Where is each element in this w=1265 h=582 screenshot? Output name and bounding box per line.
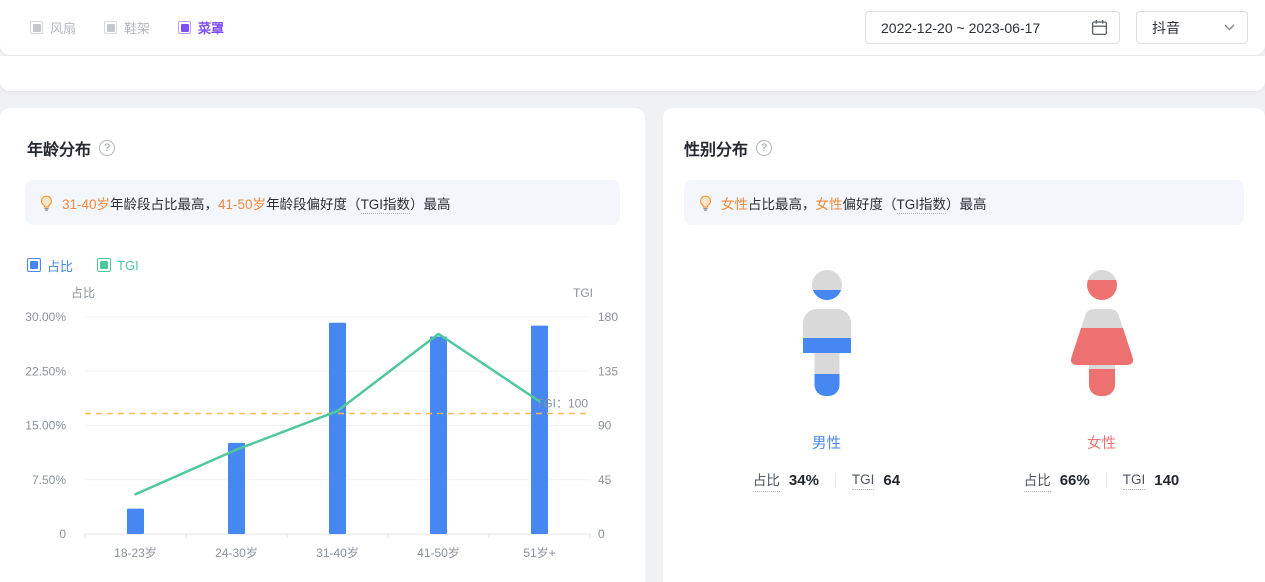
share-term[interactable]: 占比	[753, 469, 780, 492]
help-icon[interactable]: ?	[99, 140, 115, 156]
tgi-term[interactable]: TGI	[1123, 472, 1146, 490]
svg-text:90: 90	[598, 419, 612, 433]
male-stats: 占比 34% TGI 64	[753, 469, 900, 492]
female-label: 女性	[1087, 432, 1116, 453]
chevron-down-icon	[1224, 24, 1235, 31]
svg-text:135: 135	[598, 364, 618, 378]
gender-insight-banner: 女性占比最高，女性偏好度（TGI指数）最高	[684, 180, 1244, 225]
svg-text:45: 45	[598, 473, 612, 487]
tgi-term[interactable]: TGI指数	[897, 197, 947, 214]
gender-distribution-panel: 性别分布 ? 女性占比最高，女性偏好度（TGI指数）最高	[663, 108, 1265, 582]
platform-select[interactable]: 抖音	[1136, 11, 1248, 44]
svg-text:41-50岁: 41-50岁	[417, 545, 460, 560]
female-tgi-value: 140	[1154, 472, 1179, 489]
male-share-value: 34%	[789, 472, 819, 489]
age-distribution-panel: 年龄分布 ? 31-40岁年龄段占比最高，41-50岁年龄段偏好度（TGI指数）…	[0, 108, 645, 582]
lightbulb-icon	[698, 195, 713, 211]
svg-text:24-30岁: 24-30岁	[215, 545, 258, 560]
age-chart-legend: 占比 TGI	[27, 257, 645, 273]
svg-text:0: 0	[59, 527, 66, 541]
share-term[interactable]: 占比	[1024, 469, 1051, 492]
topic-checkbox-0[interactable]: 风扇	[30, 18, 76, 37]
male-label: 男性	[812, 432, 841, 453]
svg-text:180: 180	[598, 310, 618, 324]
checkbox-icon	[104, 21, 117, 34]
male-figure-icon	[802, 270, 852, 396]
male-column: 男性 占比 34% TGI 64	[742, 270, 912, 492]
topic-checkbox-2[interactable]: 菜罩	[178, 18, 224, 37]
gender-figures: 男性 占比 34% TGI 64	[663, 270, 1265, 492]
female-column: 女性 占比 66% TGI 140	[1017, 270, 1187, 492]
svg-text:22.50%: 22.50%	[25, 364, 66, 378]
svg-text:30.00%: 30.00%	[25, 310, 66, 324]
platform-value: 抖音	[1152, 18, 1180, 38]
lightbulb-icon	[39, 195, 54, 211]
topic-label: 鞋架	[124, 18, 150, 37]
age-insight-text: 31-40岁年龄段占比最高，41-50岁年龄段偏好度（TGI指数）最高	[62, 193, 451, 213]
female-figure-icon	[1070, 270, 1134, 396]
topic-label: 菜罩	[198, 18, 224, 37]
svg-text:占比: 占比	[71, 285, 95, 300]
topic-checkbox-1[interactable]: 鞋架	[104, 18, 150, 37]
date-range-value: 2022-12-20 ~ 2023-06-17	[881, 20, 1040, 36]
svg-text:7.50%: 7.50%	[32, 473, 66, 487]
date-range-picker[interactable]: 2022-12-20 ~ 2023-06-17	[865, 11, 1120, 44]
svg-text:51岁+: 51岁+	[523, 545, 555, 560]
legend-item-share[interactable]: 占比	[27, 256, 73, 275]
legend-item-tgi[interactable]: TGI	[97, 258, 139, 273]
female-stats: 占比 66% TGI 140	[1024, 469, 1180, 492]
age-panel-title: 年龄分布	[27, 136, 91, 160]
checkbox-icon	[30, 21, 43, 34]
age-insight-banner: 31-40岁年龄段占比最高，41-50岁年龄段偏好度（TGI指数）最高	[25, 180, 620, 225]
male-tgi-value: 64	[883, 472, 900, 489]
female-share-value: 66%	[1060, 472, 1090, 489]
svg-text:18-23岁: 18-23岁	[114, 545, 157, 560]
svg-text:0: 0	[598, 527, 605, 541]
svg-text:31-40岁: 31-40岁	[316, 545, 359, 560]
gender-panel-title: 性别分布	[684, 136, 748, 160]
help-icon[interactable]: ?	[756, 140, 772, 156]
card-bottom-strip	[0, 56, 1265, 91]
tgi-term[interactable]: TGI指数	[361, 197, 411, 214]
topic-label: 风扇	[50, 18, 76, 37]
dashboard: 风扇 鞋架 菜罩 2022-12-20 ~ 2023-06-17 抖音	[0, 0, 1265, 582]
svg-text:TGI：100: TGI：100	[536, 396, 588, 410]
gender-insight-text: 女性占比最高，女性偏好度（TGI指数）最高	[721, 193, 987, 213]
svg-text:TGI: TGI	[573, 286, 593, 300]
tgi-term[interactable]: TGI	[852, 472, 875, 490]
top-toolbar: 风扇 鞋架 菜罩 2022-12-20 ~ 2023-06-17 抖音	[0, 0, 1265, 55]
svg-text:15.00%: 15.00%	[25, 419, 66, 433]
age-chart[interactable]: 30.00% 180 22.50% 135 15.00% 90 7.50% 45 0 0 占比 TGI…	[0, 281, 620, 581]
checkbox-icon	[178, 21, 191, 34]
divider	[835, 473, 836, 488]
legend-swatch-icon	[27, 258, 41, 272]
divider	[1106, 473, 1107, 488]
legend-swatch-icon	[97, 258, 111, 272]
calendar-icon	[1091, 19, 1108, 36]
